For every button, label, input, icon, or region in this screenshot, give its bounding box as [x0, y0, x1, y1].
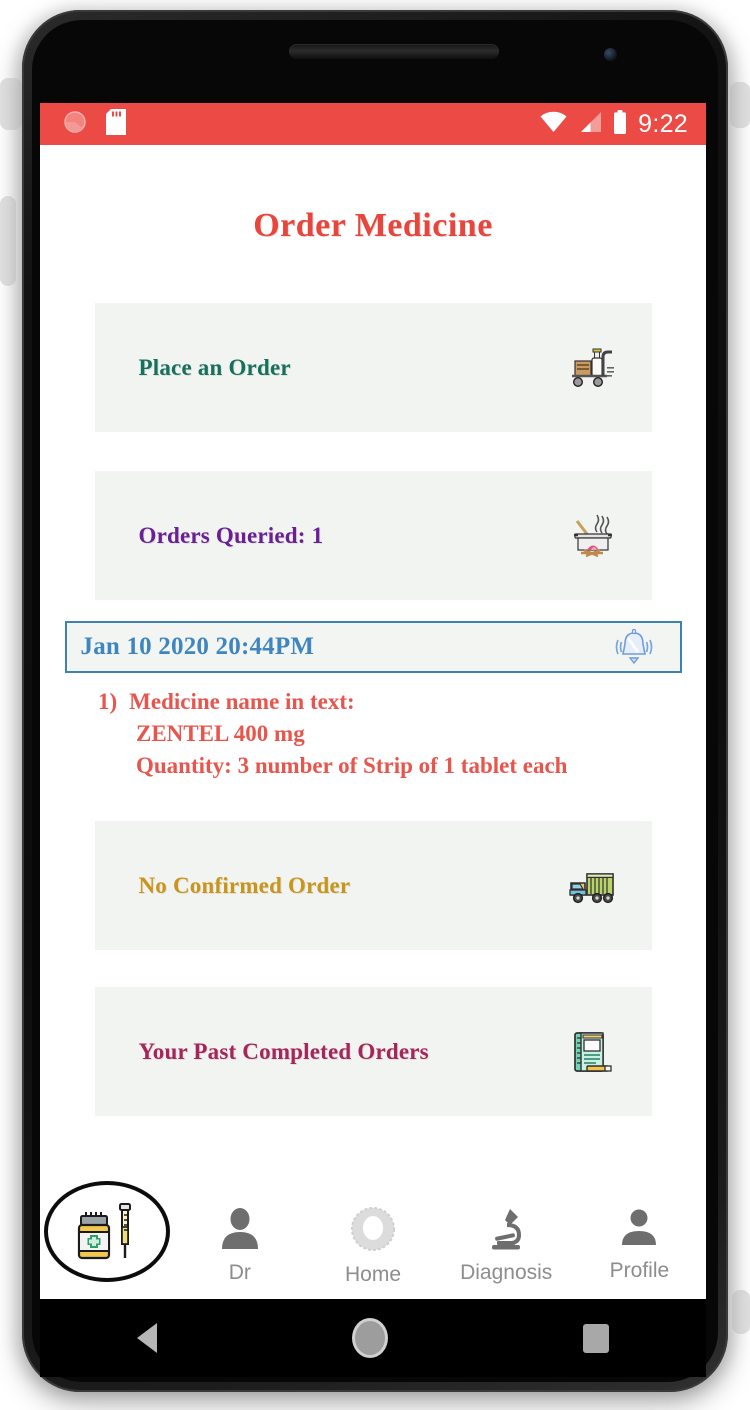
- order-quantity: Quantity: 3 number of Strip of 1 tablet …: [136, 753, 568, 778]
- nav-item-home[interactable]: Home: [306, 1193, 439, 1299]
- past-completed-orders-card[interactable]: Your Past Completed Orders: [94, 987, 652, 1116]
- microscope-icon: [483, 1205, 529, 1256]
- order-medicine-name: ZENTEL 400 mg: [136, 721, 305, 746]
- order-detail-line-1: 1) Medicine name in text:: [98, 686, 706, 718]
- doctor-person-icon: [217, 1205, 263, 1256]
- phone-side-button-right: [730, 82, 750, 128]
- nav-item-diagnosis[interactable]: Diagnosis: [440, 1193, 573, 1299]
- android-system-nav: [40, 1299, 706, 1377]
- cooking-pot-icon: [566, 510, 618, 562]
- nav-item-profile[interactable]: Profile: [573, 1193, 706, 1299]
- order-medicine-caption: Medicine name in text:: [129, 689, 355, 714]
- nav-label-profile: Profile: [609, 1259, 670, 1282]
- orders-queried-label: Orders Queried: 1: [138, 522, 324, 548]
- phone-side-button-bottom-right: [732, 1290, 750, 1334]
- place-an-order-card[interactable]: Place an Order: [94, 303, 652, 432]
- ringing-bell-icon[interactable]: [610, 625, 658, 669]
- place-an-order-label: Place an Order: [138, 354, 291, 380]
- medicine-bottle-syringe-icon: [43, 1181, 170, 1282]
- status-bar-left-icons: [64, 108, 126, 140]
- phone-side-button-top-left: [0, 78, 22, 130]
- nav-item-dr[interactable]: Dr: [173, 1193, 306, 1299]
- battery-icon: [613, 109, 627, 139]
- orders-queried-card[interactable]: Orders Queried: 1: [94, 471, 652, 600]
- nav-item-medicine[interactable]: [40, 1181, 173, 1299]
- notification-dot-icon: [64, 110, 86, 138]
- delivery-truck-icon: [566, 860, 618, 912]
- status-bar: 9:22: [40, 103, 706, 145]
- nav-label-dr: Dr: [228, 1261, 251, 1284]
- nav-label-diagnosis: Diagnosis: [460, 1261, 553, 1284]
- nav-label-home: Home: [344, 1263, 402, 1286]
- home-ring-icon: [349, 1205, 397, 1258]
- front-camera-icon: [604, 48, 617, 61]
- delivery-trolley-icon: [566, 342, 618, 394]
- recents-square-icon[interactable]: [582, 1323, 609, 1353]
- order-detail-block: 1) Medicine name in text: ZENTEL 400 mg …: [98, 686, 706, 782]
- phone-side-button-left: [0, 196, 16, 286]
- no-confirmed-order-label: No Confirmed Order: [138, 872, 351, 898]
- bottom-navigation-bar: Dr Home Diagnosis Profile: [40, 1181, 706, 1299]
- order-index: 1): [98, 689, 118, 714]
- no-confirmed-order-card[interactable]: No Confirmed Order: [94, 821, 652, 950]
- back-triangle-icon[interactable]: [137, 1323, 158, 1353]
- cellular-signal-icon: [578, 111, 602, 138]
- page-title: Order Medicine: [253, 207, 493, 244]
- order-notification-bar[interactable]: Jan 10 2020 20:44PM: [64, 621, 682, 673]
- order-timestamp: Jan 10 2020 20:44PM: [80, 633, 315, 660]
- wifi-icon: [540, 111, 567, 138]
- person-profile-icon: [617, 1205, 661, 1254]
- status-bar-right-icons: 9:22: [540, 109, 688, 139]
- earpiece-speaker-icon: [289, 44, 499, 59]
- sd-card-icon: [106, 108, 126, 140]
- home-circle-icon[interactable]: [351, 1318, 388, 1358]
- past-completed-orders-label: Your Past Completed Orders: [138, 1038, 429, 1064]
- notebook-icon: [566, 1026, 618, 1078]
- status-bar-clock: 9:22: [638, 109, 688, 138]
- app-screen: 9:22 Order Medicine Place an Order Order…: [40, 103, 706, 1299]
